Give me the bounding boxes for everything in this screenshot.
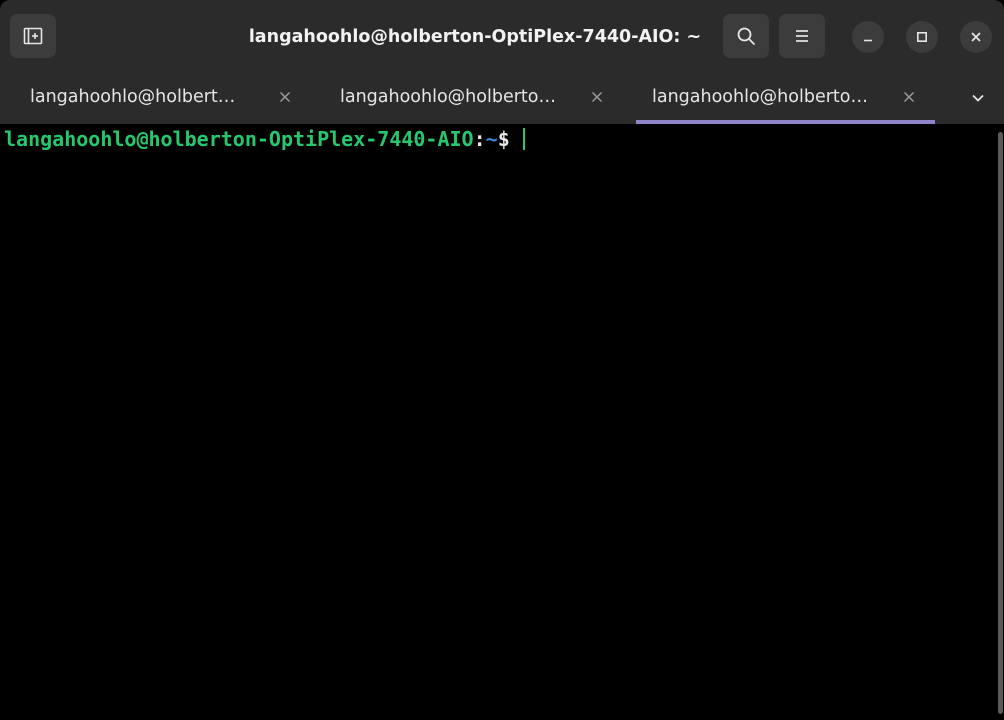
search-icon xyxy=(737,27,755,45)
tab-label: langahoohlo@holberto… xyxy=(652,87,868,107)
prompt-separator: : xyxy=(473,127,486,151)
header-bar: langahoohlo@holberton-OptiPlex-7440-AIO:… xyxy=(0,0,1004,72)
close-icon xyxy=(591,91,603,103)
scrollbar[interactable] xyxy=(998,132,1003,714)
maximize-button[interactable] xyxy=(906,21,938,53)
window-title: langahoohlo@holberton-OptiPlex-7440-AIO:… xyxy=(248,27,702,47)
new-tab-icon xyxy=(23,27,43,45)
close-icon xyxy=(279,91,291,103)
search-button[interactable] xyxy=(723,14,769,58)
main-menu-button[interactable] xyxy=(779,14,825,58)
close-icon xyxy=(903,91,915,103)
maximize-icon xyxy=(916,31,927,42)
chevron-down-icon xyxy=(972,94,984,102)
minimize-icon xyxy=(864,39,872,42)
terminal-area[interactable]: langahoohlo@holberton-OptiPlex-7440-AIO:… xyxy=(0,124,1004,720)
tab-label: langahoohlo@holbert… xyxy=(30,87,236,107)
tab-close-button[interactable] xyxy=(276,88,294,106)
tab-terminal-1[interactable]: langahoohlo@holbert… xyxy=(0,72,300,124)
hamburger-menu-icon xyxy=(796,30,808,42)
terminal-window: langahoohlo@holberton-OptiPlex-7440-AIO:… xyxy=(0,0,1004,720)
tab-terminal-2[interactable]: langahoohlo@holberto… xyxy=(312,72,612,124)
prompt-symbol: $ xyxy=(497,127,510,151)
new-tab-button[interactable] xyxy=(10,14,56,58)
tab-close-button[interactable] xyxy=(588,88,606,106)
close-window-button[interactable] xyxy=(960,21,992,53)
tab-label: langahoohlo@holberto… xyxy=(340,87,556,107)
prompt-user-host: langahoohlo@holberton-OptiPlex-7440-AIO xyxy=(4,127,474,151)
tab-bar: langahoohlo@holbert… langahoohlo@holbert… xyxy=(0,72,1004,124)
prompt-line: langahoohlo@holberton-OptiPlex-7440-AIO:… xyxy=(4,126,525,152)
prompt-path: ~ xyxy=(485,127,498,151)
tab-close-button[interactable] xyxy=(900,88,918,106)
tab-terminal-3-active[interactable]: langahoohlo@holberto… xyxy=(636,72,936,124)
tabs-dropdown-button[interactable] xyxy=(964,86,992,110)
minimize-button[interactable] xyxy=(852,21,884,53)
text-cursor xyxy=(522,128,525,150)
close-icon xyxy=(971,32,981,42)
